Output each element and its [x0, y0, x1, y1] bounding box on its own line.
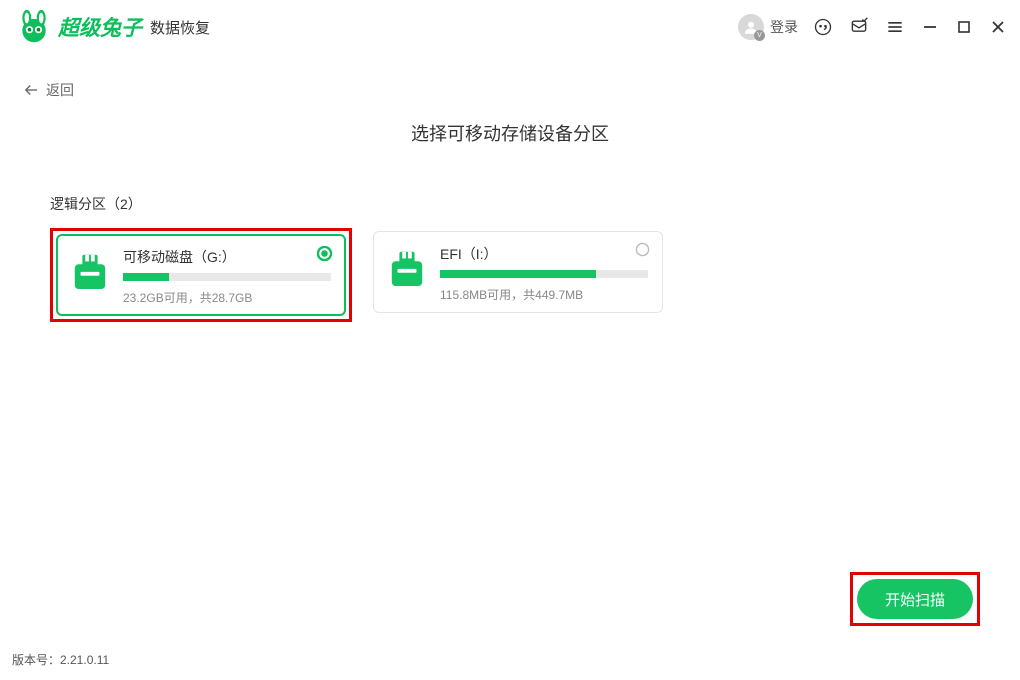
section-label: 逻辑分区（2）: [50, 194, 1020, 214]
app-logo-icon: [16, 9, 52, 45]
scan-button-highlight: 开始扫描: [850, 572, 980, 626]
partition-list: 可移动磁盘（G:） 23.2GB可用，共28.7GB EFI（I:） 115.8: [50, 228, 1020, 322]
radio-indicator-icon: [635, 242, 650, 257]
drive-icon: [71, 251, 109, 293]
card-content: EFI（I:） 115.8MB可用，共449.7MB: [440, 244, 648, 300]
arrow-left-icon: [22, 81, 40, 99]
avatar-icon: V: [738, 14, 764, 40]
card-content: 可移动磁盘（G:） 23.2GB可用，共28.7GB: [123, 247, 331, 303]
login-button[interactable]: V 登录: [738, 14, 798, 40]
drive-icon: [388, 248, 426, 290]
feedback-icon[interactable]: [848, 16, 870, 38]
back-label: 返回: [46, 80, 74, 100]
partition-title: EFI（I:）: [440, 244, 648, 264]
partition-card-wrap: EFI（I:） 115.8MB可用，共449.7MB: [370, 228, 666, 322]
menu-icon[interactable]: [884, 16, 906, 38]
logo-area: 超级兔子 数据恢复: [16, 9, 210, 45]
brand-subtitle: 数据恢复: [150, 17, 210, 38]
maximize-button[interactable]: [954, 17, 974, 37]
back-button[interactable]: 返回: [0, 54, 1020, 100]
partition-usage-text: 23.2GB可用，共28.7GB: [123, 289, 331, 306]
minimize-button[interactable]: [920, 17, 940, 37]
avatar-badge-icon: V: [754, 30, 765, 41]
partition-card[interactable]: 可移动磁盘（G:） 23.2GB可用，共28.7GB: [56, 234, 346, 316]
header-right: V 登录: [738, 14, 1008, 40]
partition-card-wrap: 可移动磁盘（G:） 23.2GB可用，共28.7GB: [50, 228, 352, 322]
brand-name: 超级兔子: [58, 12, 142, 42]
partition-title: 可移动磁盘（G:）: [123, 247, 331, 267]
titlebar: 超级兔子 数据恢复 V 登录: [0, 0, 1020, 54]
usage-bar: [440, 270, 648, 278]
radio-indicator-icon: [317, 246, 332, 261]
partition-card[interactable]: EFI（I:） 115.8MB可用，共449.7MB: [373, 231, 663, 313]
start-scan-button[interactable]: 开始扫描: [857, 579, 973, 619]
service-icon[interactable]: [812, 16, 834, 38]
page-title: 选择可移动存储设备分区: [0, 120, 1020, 146]
partition-usage-text: 115.8MB可用，共449.7MB: [440, 286, 648, 303]
usage-bar: [123, 273, 331, 281]
close-button[interactable]: [988, 17, 1008, 37]
version-label: 版本号：2.21.0.11: [12, 651, 109, 668]
login-label: 登录: [770, 17, 798, 37]
